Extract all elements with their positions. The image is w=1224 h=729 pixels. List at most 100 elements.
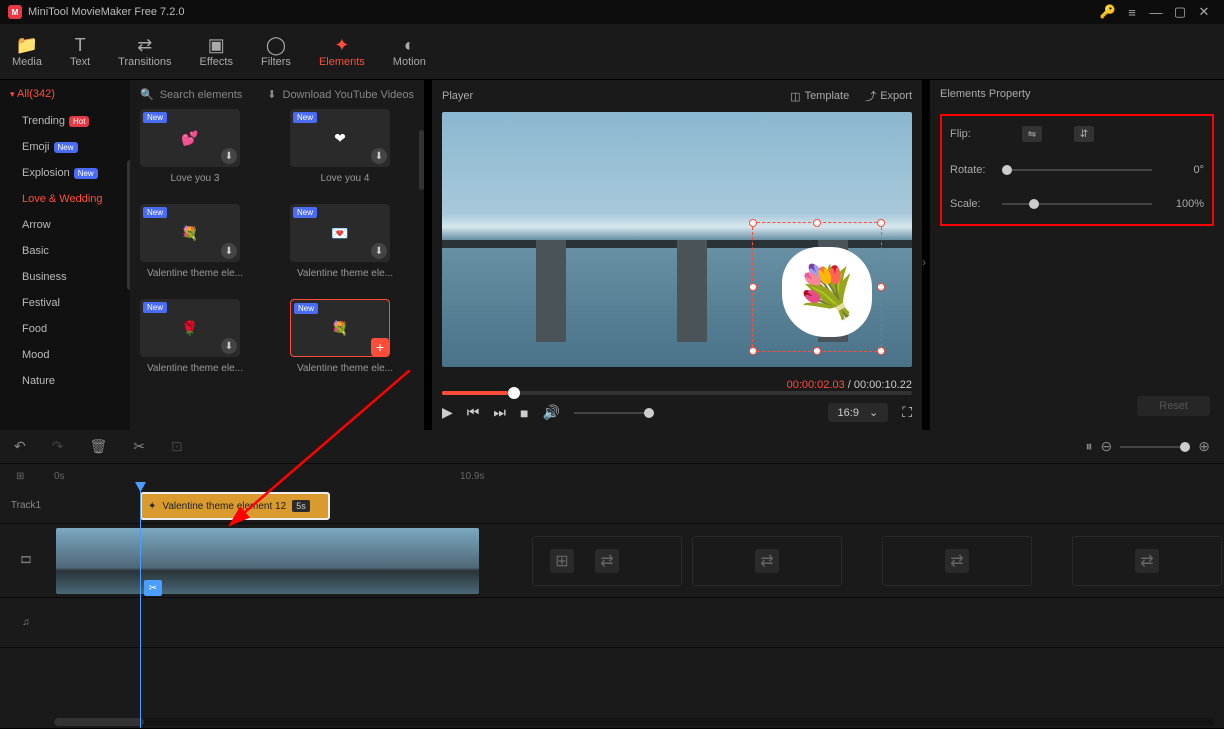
playhead[interactable] (140, 488, 141, 728)
element-item[interactable]: 🌹New⬇Valentine theme ele... (140, 299, 250, 374)
category-nature[interactable]: Nature (0, 368, 130, 394)
crop-button[interactable]: ⊡ (171, 438, 183, 455)
play-button[interactable]: ▶ (442, 404, 453, 421)
clip-placeholder[interactable]: ⇄ (1072, 536, 1222, 586)
scale-slider[interactable] (1002, 203, 1152, 205)
tab-media[interactable]: 📁Media (12, 36, 42, 68)
download-youtube-link[interactable]: Download YouTube Videos (283, 89, 415, 101)
category-trending[interactable]: TrendingHot (0, 108, 130, 134)
element-item[interactable]: 💐New⬇Valentine theme ele... (140, 204, 250, 279)
search-icon: 🔍 (140, 88, 154, 101)
fit-zoom-button[interactable]: ⏸ (1086, 438, 1093, 455)
aspect-ratio-select[interactable]: 16:9⌄ (828, 403, 889, 422)
progress-handle[interactable] (508, 387, 520, 399)
rotate-value: 0° (1164, 164, 1204, 176)
collapse-chevron-icon[interactable]: › (922, 255, 926, 269)
top-tabs: 📁Media TText ⇄Transitions ▣Effects ◯Filt… (0, 24, 1224, 80)
zoom-out-button[interactable]: ⊖ (1101, 438, 1113, 455)
close-button[interactable]: ✕ (1192, 4, 1216, 20)
element-item[interactable]: 💕New⬇Love you 3 (140, 109, 250, 184)
selection-bounding-box[interactable] (752, 222, 882, 352)
menu-icon[interactable]: ≡ (1120, 5, 1144, 20)
flip-horizontal-button[interactable]: ⇋ (1022, 126, 1042, 142)
add-element-button[interactable]: + (371, 338, 389, 356)
category-food[interactable]: Food (0, 316, 130, 342)
video-clip[interactable]: ✂ (56, 528, 479, 594)
export-button[interactable]: ⤴Export (865, 88, 912, 104)
category-mood[interactable]: Mood (0, 342, 130, 368)
category-festival[interactable]: Festival (0, 290, 130, 316)
element-item[interactable]: ❤New⬇Love you 4 (290, 109, 400, 184)
timeline-scrollbar[interactable] (54, 718, 1214, 726)
template-button[interactable]: ◫Template (790, 90, 849, 103)
minimize-button[interactable]: — (1144, 5, 1168, 20)
search-elements-input[interactable]: Search elements (160, 89, 262, 101)
properties-panel: › Elements Property Flip: ⇋ ⇵ Rotate: 0°… (930, 80, 1224, 430)
tab-transitions[interactable]: ⇄Transitions (118, 36, 171, 68)
resize-handle[interactable] (813, 347, 821, 355)
video-track-icon: 🎞 (0, 555, 52, 566)
next-frame-button[interactable]: ⏭ (493, 404, 506, 421)
split-button[interactable]: ✂ (133, 438, 145, 455)
maximize-button[interactable]: ▢ (1168, 4, 1192, 20)
timeline-ruler[interactable]: ⊞ 0s 10.9s (0, 464, 1224, 488)
rotate-slider[interactable] (1002, 169, 1152, 171)
resize-handle[interactable] (749, 283, 757, 291)
tab-elements[interactable]: ✦Elements (319, 36, 365, 68)
reset-button[interactable]: Reset (1137, 396, 1210, 416)
elements-scrollbar[interactable] (419, 130, 424, 190)
delete-button[interactable]: 🗑 (89, 438, 107, 455)
resize-handle[interactable] (877, 283, 885, 291)
undo-button[interactable]: ↶ (14, 438, 26, 455)
upgrade-key-icon[interactable]: 🔑 (1096, 4, 1120, 20)
clip-placeholder[interactable]: ⇄ (692, 536, 842, 586)
prev-frame-button[interactable]: ⏮ (467, 404, 480, 421)
element-label: Valentine theme ele... (290, 363, 400, 374)
preview-canvas[interactable]: 💐 (442, 112, 912, 367)
transitions-icon: ⇄ (137, 36, 152, 54)
player-panel: Player ◫Template ⤴Export 💐 00:00 (432, 80, 922, 430)
new-badge: New (143, 302, 167, 313)
split-marker-icon[interactable]: ✂ (144, 580, 162, 596)
category-business[interactable]: Business (0, 264, 130, 290)
download-element-button[interactable]: ⬇ (371, 148, 387, 164)
app-title: MiniTool MovieMaker Free 7.2.0 (28, 6, 1096, 18)
progress-bar[interactable] (442, 391, 912, 395)
elements-panel: 🔍 Search elements ⬇ Download YouTube Vid… (130, 80, 424, 430)
resize-handle[interactable] (877, 219, 885, 227)
fullscreen-button[interactable]: ⛶ (902, 404, 912, 421)
element-item[interactable]: 💌New⬇Valentine theme ele... (290, 204, 400, 279)
tab-filters[interactable]: ◯Filters (261, 36, 291, 68)
clip-placeholder[interactable]: ⇄ (882, 536, 1032, 586)
redo-button[interactable]: ↷ (52, 438, 64, 455)
element-clip[interactable]: ✦ Valentine theme element 12 5s (140, 492, 330, 520)
category-all[interactable]: All(342) (0, 80, 130, 108)
element-item[interactable]: 💐New+Valentine theme ele... (290, 299, 400, 374)
tab-text[interactable]: TText (70, 36, 90, 68)
download-element-button[interactable]: ⬇ (221, 338, 237, 354)
download-element-button[interactable]: ⬇ (221, 243, 237, 259)
flip-vertical-button[interactable]: ⇵ (1074, 126, 1094, 142)
volume-slider[interactable] (574, 412, 654, 414)
category-emoji[interactable]: EmojiNew (0, 134, 130, 160)
resize-handle[interactable] (877, 347, 885, 355)
add-track-button[interactable]: ⊞ (16, 471, 24, 482)
category-arrow[interactable]: Arrow (0, 212, 130, 238)
tab-motion[interactable]: ◐Motion (393, 36, 426, 68)
resize-handle[interactable] (813, 219, 821, 227)
category-explosion[interactable]: ExplosionNew (0, 160, 130, 186)
resize-handle[interactable] (749, 347, 757, 355)
category-love-wedding[interactable]: Love & Wedding (0, 186, 130, 212)
volume-icon[interactable]: 🔊 (542, 404, 559, 421)
scale-label: Scale: (950, 198, 990, 210)
resize-handle[interactable] (749, 219, 757, 227)
download-element-button[interactable]: ⬇ (371, 243, 387, 259)
element-thumbnail: 💌New⬇ (290, 204, 390, 262)
category-basic[interactable]: Basic (0, 238, 130, 264)
tab-effects[interactable]: ▣Effects (200, 36, 233, 68)
download-element-button[interactable]: ⬇ (221, 148, 237, 164)
add-media-icon[interactable]: ⊞ (550, 549, 574, 573)
zoom-in-button[interactable]: ⊕ (1198, 438, 1210, 455)
stop-button[interactable]: ■ (520, 405, 528, 421)
zoom-slider[interactable] (1120, 446, 1190, 448)
